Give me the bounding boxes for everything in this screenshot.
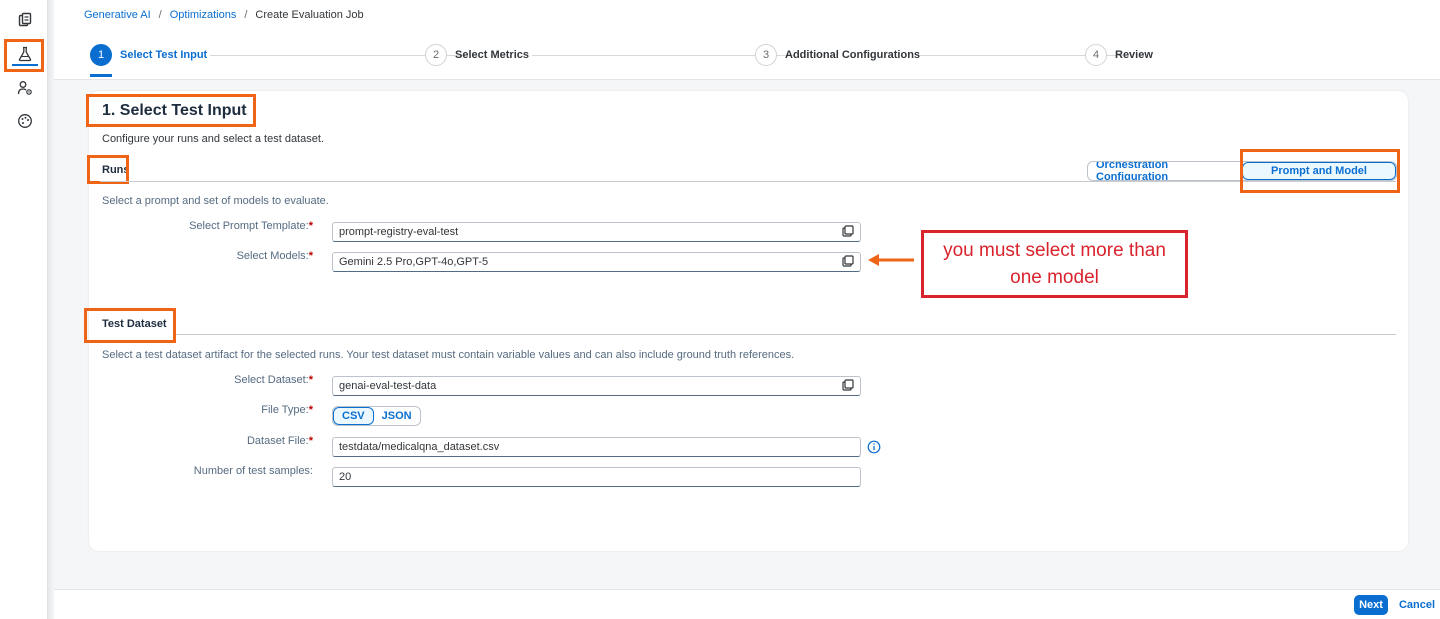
step-label: Additional Configurations — [785, 49, 921, 61]
dataset-value: genai-eval-test-data — [339, 380, 437, 392]
samples-input[interactable]: 20 — [332, 467, 861, 487]
segment-orchestration-configuration[interactable]: Orchestration Configuration — [1088, 162, 1242, 180]
required-marker: * — [308, 435, 313, 447]
page-title: 1. Select Test Input — [102, 102, 247, 119]
breadcrumb-separator: / — [158, 9, 162, 21]
runs-description: Select a prompt and set of models to eva… — [102, 195, 329, 207]
dataset-file-input[interactable]: testdata/medicalqna_dataset.csv — [332, 437, 861, 457]
cancel-button[interactable]: Cancel — [1398, 595, 1436, 615]
annotation-arrow — [868, 254, 914, 266]
palette-icon[interactable] — [11, 107, 39, 135]
info-icon[interactable] — [867, 440, 881, 454]
models-value: Gemini 2.5 Pro,GPT-4o,GPT-5 — [339, 256, 489, 268]
next-button[interactable]: Next — [1354, 595, 1388, 615]
footer-toolbar — [54, 589, 1440, 619]
file-type-csv[interactable]: CSV — [333, 407, 374, 425]
wizard-progress: 1 Select Test Input 2 Select Metrics 3 A… — [90, 44, 1430, 78]
required-marker: * — [308, 250, 313, 262]
models-label: Select Models:* — [93, 250, 313, 262]
prompt-template-input[interactable]: prompt-registry-eval-test — [332, 222, 861, 242]
highlight-frame-rail — [4, 39, 44, 72]
rail-shadow — [48, 0, 54, 619]
dataset-file-value: testdata/medicalqna_dataset.csv — [339, 441, 500, 453]
breadcrumb-generative-ai[interactable]: Generative AI — [84, 9, 151, 21]
wizard-step-select-metrics[interactable]: 2 Select Metrics — [425, 44, 529, 66]
models-input[interactable]: Gemini 2.5 Pro,GPT-4o,GPT-5 — [332, 252, 861, 272]
prompt-template-label-text: Select Prompt Template: — [189, 220, 309, 232]
samples-value: 20 — [339, 471, 352, 483]
test-dataset-title: Test Dataset — [102, 318, 167, 330]
documents-icon[interactable] — [11, 6, 39, 34]
runs-segmented-control: Orchestration Configuration Prompt and M… — [1087, 161, 1397, 181]
step-number: 1 — [90, 44, 112, 66]
dataset-label: Select Dataset:* — [93, 374, 313, 386]
file-type-json[interactable]: JSON — [374, 407, 420, 425]
required-marker: * — [308, 404, 313, 416]
step-label: Review — [1115, 49, 1153, 61]
dataset-file-label-text: Dataset File: — [246, 435, 309, 447]
annotation-line-1: you must select more than — [943, 240, 1166, 261]
step-content-card: 1. Select Test Input Configure your runs… — [84, 91, 1408, 551]
file-type-label-text: File Type: — [261, 404, 309, 416]
runs-title: Runs — [102, 164, 130, 176]
step-label: Select Test Input — [120, 49, 208, 61]
prompt-template-label: Select Prompt Template:* — [93, 220, 313, 232]
value-help-icon[interactable] — [842, 224, 854, 240]
wizard-step-additional-configurations[interactable]: 3 Additional Configurations — [755, 44, 920, 66]
breadcrumb-separator: / — [244, 9, 248, 21]
breadcrumb-current: Create Evaluation Job — [255, 9, 364, 21]
breadcrumb: Generative AI / Optimizations / Create E… — [84, 9, 364, 21]
step-label: Select Metrics — [455, 49, 529, 61]
value-help-icon[interactable] — [842, 254, 854, 270]
side-navigation — [0, 0, 48, 619]
dataset-separator — [176, 334, 1396, 335]
file-type-label: File Type:* — [93, 404, 313, 416]
annotation-text: you must select more than one model — [943, 237, 1166, 291]
value-help-icon[interactable] — [842, 378, 854, 394]
annotation-line-2: one model — [1010, 267, 1099, 288]
runs-separator — [100, 181, 1396, 182]
dataset-input[interactable]: genai-eval-test-data — [332, 376, 861, 396]
dataset-file-label: Dataset File:* — [93, 435, 313, 447]
step-number: 2 — [425, 44, 447, 66]
samples-label: Number of test samples: — [193, 465, 313, 477]
file-type-toggle: CSV JSON — [332, 406, 421, 426]
active-step-indicator — [90, 74, 112, 77]
step-number: 4 — [1085, 44, 1107, 66]
user-settings-icon[interactable] — [11, 74, 39, 102]
required-marker: * — [308, 220, 313, 232]
models-label-text: Select Models: — [236, 250, 309, 262]
step-number: 3 — [755, 44, 777, 66]
segment-prompt-and-model[interactable]: Prompt and Model — [1242, 162, 1396, 180]
wizard-step-review[interactable]: 4 Review — [1085, 44, 1153, 66]
breadcrumb-optimizations[interactable]: Optimizations — [170, 9, 237, 21]
dataset-description: Select a test dataset artifact for the s… — [102, 349, 795, 361]
page-description: Configure your runs and select a test da… — [102, 133, 324, 145]
annotation-callout: you must select more than one model — [921, 230, 1188, 298]
wizard-step-select-test-input[interactable]: 1 Select Test Input — [90, 44, 208, 77]
dataset-label-text: Select Dataset: — [234, 374, 309, 386]
page-header: Generative AI / Optimizations / Create E… — [54, 0, 1440, 80]
prompt-template-value: prompt-registry-eval-test — [339, 226, 459, 238]
required-marker: * — [308, 374, 313, 386]
